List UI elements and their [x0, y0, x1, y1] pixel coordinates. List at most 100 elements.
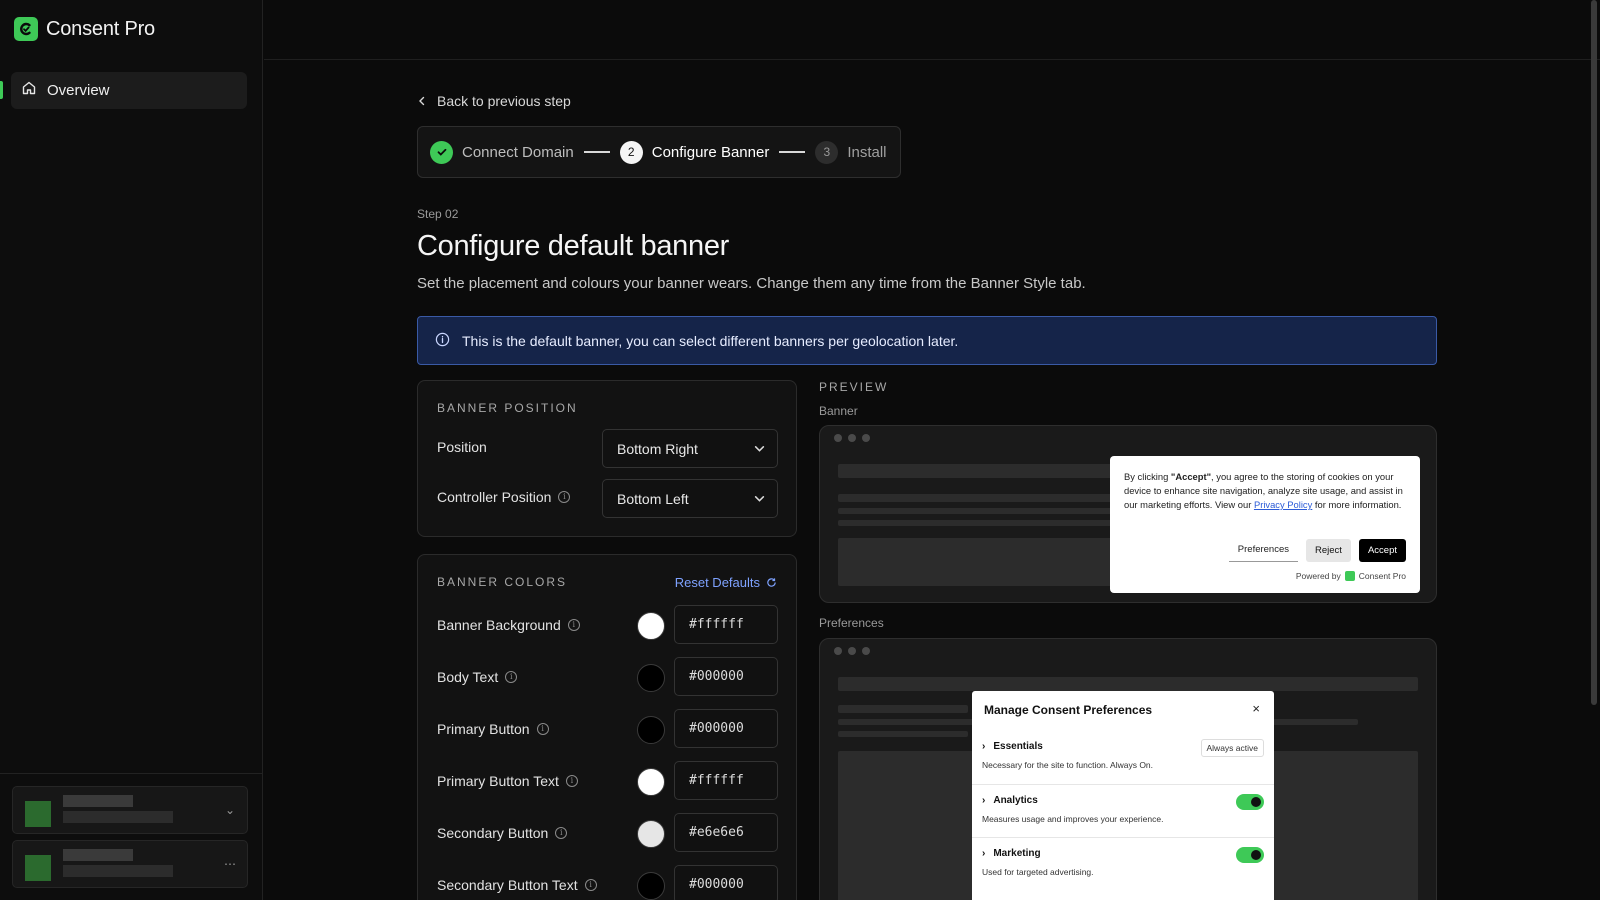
- info-icon[interactable]: i: [558, 491, 571, 503]
- position-select[interactable]: Bottom Right: [602, 429, 778, 468]
- preferences-modal-preview: Manage Consent Preferences × › Essentials…: [972, 691, 1274, 900]
- info-icon[interactable]: i: [555, 827, 568, 839]
- powered-brand: Consent Pro: [1358, 571, 1406, 581]
- row-description: Necessary for the site to function. Alwa…: [982, 760, 1154, 770]
- info-callout: This is the default banner, you can sele…: [417, 316, 1437, 365]
- controller-label-text: Controller Position: [437, 489, 552, 505]
- step-tag: Step 02: [417, 207, 459, 221]
- more-icon[interactable]: ⋯: [221, 855, 239, 873]
- position-value: Bottom Right: [617, 440, 698, 457]
- cookie-banner-preview: By clicking "Accept", you agree to the s…: [1110, 456, 1420, 593]
- info-icon[interactable]: i: [567, 619, 580, 631]
- hex-input[interactable]: #ffffff: [674, 761, 778, 800]
- consent-row-marketing: › Marketing Used for targeted advertising…: [972, 837, 1274, 890]
- info-icon: [435, 332, 450, 350]
- chevron-right-icon: ›: [982, 848, 986, 859]
- category-name: Analytics: [993, 795, 1038, 806]
- cookie-text: By clicking "Accept", you agree to the s…: [1124, 471, 1403, 510]
- color-swatch[interactable]: [637, 612, 665, 640]
- controller-position-label: Controller Position i: [437, 489, 571, 505]
- color-label-text: Banner Background: [437, 617, 561, 633]
- logo-icon: [14, 17, 38, 41]
- consent-row-essentials: › Essentials Necessary for the site to fu…: [972, 731, 1274, 784]
- info-icon[interactable]: i: [584, 879, 597, 891]
- accept-button[interactable]: Accept: [1358, 538, 1406, 562]
- color-label-text: Secondary Button: [437, 825, 549, 841]
- color-swatch[interactable]: [637, 664, 665, 692]
- banner-colors-panel: BANNER COLORS Reset Defaults Banner Back…: [417, 554, 797, 900]
- color-label-text: Body Text: [437, 669, 499, 685]
- reject-button[interactable]: Reject: [1306, 538, 1351, 562]
- skeleton-line: [838, 494, 1118, 502]
- info-icon[interactable]: i: [565, 775, 578, 787]
- section-heading: BANNER COLORS: [437, 575, 568, 589]
- step-configure-banner[interactable]: 2 Configure Banner: [619, 140, 769, 164]
- row-description: Measures usage and improves your experie…: [982, 814, 1164, 824]
- step-install[interactable]: 3 Install: [815, 140, 887, 164]
- step-number: 2: [619, 140, 643, 164]
- account-card[interactable]: ⋯: [12, 840, 248, 888]
- back-link[interactable]: Back to previous step: [417, 93, 571, 109]
- color-swatch[interactable]: [637, 820, 665, 848]
- skeleton-line: [838, 464, 1118, 478]
- close-icon[interactable]: ×: [1252, 701, 1260, 716]
- modal-title: Manage Consent Preferences: [984, 703, 1153, 717]
- preferences-preview-label: Preferences: [819, 616, 884, 630]
- account-card[interactable]: ⌄: [12, 786, 248, 834]
- chevron-right-icon: ›: [982, 741, 986, 752]
- color-swatch[interactable]: [637, 872, 665, 900]
- sidebar-item-overview[interactable]: Overview: [11, 72, 247, 109]
- scrollbar[interactable]: [1591, 0, 1597, 705]
- hex-input[interactable]: #000000: [674, 865, 778, 900]
- preferences-button[interactable]: Preferences: [1228, 538, 1299, 562]
- category-name: Marketing: [993, 848, 1041, 859]
- hex-input[interactable]: #e6e6e6: [674, 813, 778, 852]
- controller-value: Bottom Left: [617, 490, 689, 507]
- redacted-text: [63, 811, 173, 823]
- info-icon[interactable]: i: [536, 723, 549, 735]
- category-name: Essentials: [993, 741, 1043, 752]
- row-name[interactable]: › Essentials: [982, 741, 1043, 752]
- skeleton-line: [838, 677, 1418, 691]
- color-label-text: Primary Button: [437, 721, 530, 737]
- position-label-text: Position: [437, 439, 487, 455]
- app-logo[interactable]: Consent Pro: [14, 17, 155, 41]
- avatar: [25, 801, 51, 827]
- hex-input[interactable]: #000000: [674, 709, 778, 748]
- banner-preview-frame: By clicking "Accept", you agree to the s…: [819, 425, 1437, 603]
- powered-by: Powered by Consent Pro: [1296, 571, 1406, 581]
- sidebar-divider: [0, 773, 263, 774]
- step-connector: [779, 151, 806, 153]
- row-name[interactable]: › Analytics: [982, 795, 1038, 806]
- section-heading: BANNER POSITION: [437, 401, 578, 415]
- marketing-toggle[interactable]: [1236, 847, 1264, 863]
- step-connect-domain[interactable]: Connect Domain: [430, 140, 574, 164]
- info-icon[interactable]: i: [505, 671, 518, 683]
- hex-input[interactable]: #000000: [674, 657, 778, 696]
- skeleton-line: [838, 705, 968, 713]
- hex-input[interactable]: #ffffff: [674, 605, 778, 644]
- chevron-right-icon: ›: [982, 795, 986, 806]
- redacted-text: [63, 865, 173, 877]
- color-label: Secondary Button Text i: [437, 877, 597, 893]
- step-label: Connect Domain: [462, 143, 574, 161]
- back-label: Back to previous step: [437, 93, 571, 109]
- app-name: Consent Pro: [46, 17, 155, 40]
- row-name[interactable]: › Marketing: [982, 848, 1041, 859]
- home-icon: [21, 80, 37, 101]
- row-description: Used for targeted advertising.: [982, 867, 1094, 877]
- color-swatch[interactable]: [637, 768, 665, 796]
- controller-position-select[interactable]: Bottom Left: [602, 479, 778, 518]
- color-label: Primary Button i: [437, 721, 549, 737]
- reset-label: Reset Defaults: [674, 575, 760, 590]
- privacy-policy-link[interactable]: Privacy Policy: [1254, 499, 1312, 510]
- color-label-text: Secondary Button Text: [437, 877, 578, 893]
- skeleton-line: [838, 520, 1118, 526]
- reset-defaults-button[interactable]: Reset Defaults: [675, 575, 777, 590]
- chevron-down-icon: [754, 446, 765, 452]
- position-label: Position: [437, 439, 487, 455]
- skeleton-block: [838, 538, 1118, 586]
- color-swatch[interactable]: [637, 716, 665, 744]
- expand-icon[interactable]: ⌄: [221, 801, 239, 819]
- analytics-toggle[interactable]: [1236, 794, 1264, 810]
